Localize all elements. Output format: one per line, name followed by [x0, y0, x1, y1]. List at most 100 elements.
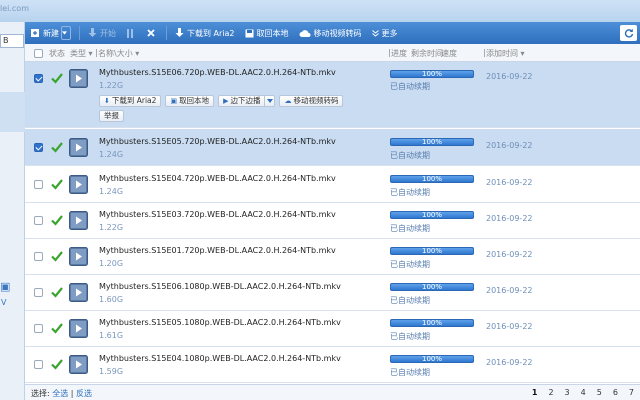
page-link[interactable]: 1 — [532, 388, 538, 397]
table-row[interactable]: Mythbusters.S15E01.720p.WEB-DL.AAC2.0.H.… — [25, 239, 640, 275]
fetch-local-button[interactable]: 取回本地 — [240, 22, 294, 44]
file-name[interactable]: Mythbusters.S15E01.720p.WEB-DL.AAC2.0.H.… — [99, 246, 336, 255]
added-date: 2016-09-22 — [486, 250, 533, 259]
stream-play-dropdown[interactable] — [265, 95, 276, 107]
table-row[interactable]: Mythbusters.S15E05.720p.WEB-DL.AAC2.0.H.… — [25, 129, 640, 166]
row-checkbox[interactable] — [34, 360, 43, 369]
page-link[interactable]: 3 — [565, 388, 570, 397]
row-checkbox[interactable] — [34, 74, 43, 83]
renew-status: 已自动续期 — [390, 332, 430, 341]
table-row[interactable]: Mythbusters.S15E06.1080p.WEB-DL.AAC2.0.H… — [25, 275, 640, 311]
file-name[interactable]: Mythbusters.S15E06.1080p.WEB-DL.AAC2.0.H… — [99, 282, 341, 291]
save-disk-icon: ▣ — [170, 97, 178, 105]
file-name[interactable]: Mythbusters.S15E03.720p.WEB-DL.AAC2.0.H.… — [99, 210, 336, 219]
file-name[interactable]: Mythbusters.S15E06.720p.WEB-DL.AAC2.0.H.… — [99, 68, 336, 77]
file-size: 1.24G — [99, 187, 124, 196]
file-size: 1.20G — [99, 259, 124, 268]
pause-button[interactable] — [121, 22, 142, 44]
task-list: Mythbusters.S15E06.720p.WEB-DL.AAC2.0.H.… — [25, 62, 640, 384]
renew-status: 已自动续期 — [390, 296, 430, 305]
cloud-icon — [299, 29, 311, 37]
progress-bar: 100% — [390, 70, 474, 78]
mobile-transcode-button[interactable]: 移动视频转码 — [294, 22, 367, 44]
header-remaining[interactable]: 剩余时间 — [411, 48, 443, 59]
device-icon[interactable]: ▣ — [0, 280, 10, 293]
more-label: 更多 — [381, 28, 398, 38]
download-arrow-icon — [88, 28, 97, 37]
table-row[interactable]: Mythbusters.S15E04.720p.WEB-DL.AAC2.0.H.… — [25, 167, 640, 203]
page-link[interactable]: 4 — [581, 388, 586, 397]
check-status-icon — [51, 142, 63, 153]
file-size: 1.60G — [99, 295, 124, 304]
download-arrow-icon: ⬇ — [104, 97, 110, 105]
row-checkbox[interactable] — [34, 143, 43, 152]
list-footer: 选择: 全选 | 反选 1 2 3 4 5 6 7 — [25, 384, 640, 400]
row-checkbox[interactable] — [34, 324, 43, 333]
page-link[interactable]: 2 — [548, 388, 553, 397]
renew-status: 已自动续期 — [390, 82, 430, 91]
download-aria2-button[interactable]: 下载到 Aria2 — [170, 22, 240, 44]
file-name[interactable]: Mythbusters.S15E04.1080p.WEB-DL.AAC2.0.H… — [99, 354, 341, 363]
video-file-icon — [69, 283, 88, 302]
header-added-time-label: 添加时间 — [486, 49, 518, 58]
row-checkbox[interactable] — [34, 216, 43, 225]
header-name-size[interactable]: 名称\大小 ▾ — [98, 48, 139, 59]
table-row[interactable]: Mythbusters.S15E04.1080p.WEB-DL.AAC2.0.H… — [25, 347, 640, 383]
download-aria2-label: 下载到 Aria2 — [187, 28, 235, 38]
renew-status: 已自动续期 — [390, 368, 430, 377]
added-date: 2016-09-22 — [486, 358, 533, 367]
row-fetch-local-button[interactable]: ▣ 取回本地 — [165, 95, 215, 107]
invert-selection-link[interactable]: 反选 — [76, 389, 92, 398]
progress-text: 100% — [421, 247, 442, 255]
row-checkbox[interactable] — [34, 288, 43, 297]
progress-bar: 100% — [390, 211, 474, 219]
video-file-icon — [69, 175, 88, 194]
progress-text: 100% — [421, 70, 442, 78]
progress-text: 100% — [421, 211, 442, 219]
start-button[interactable]: 开始 — [83, 22, 121, 44]
sidebar-input[interactable]: B — [0, 34, 24, 48]
table-row[interactable]: Mythbusters.S15E06.720p.WEB-DL.AAC2.0.H.… — [25, 62, 640, 128]
select-all-link[interactable]: 全选 — [52, 389, 68, 398]
file-size: 1.22G — [99, 223, 124, 232]
check-status-icon — [51, 359, 63, 370]
page-link[interactable]: 5 — [597, 388, 602, 397]
stream-play-button[interactable]: ▶ 边下边播 — [218, 95, 266, 107]
row-checkbox[interactable] — [34, 252, 43, 261]
pagination: 1 2 3 4 5 6 7 — [532, 388, 634, 397]
row-action-bar: ⬇ 下载到 Aria2 ▣ 取回本地 ▶ 边下边播 ☁ 移动视频转码 — [99, 95, 344, 107]
video-file-icon — [69, 138, 88, 157]
site-logo-text: lei.com — [0, 4, 29, 13]
start-label: 开始 — [100, 28, 116, 38]
select-divider: | — [70, 389, 74, 398]
video-file-icon — [69, 247, 88, 266]
refresh-button[interactable] — [620, 25, 637, 41]
new-doc-icon — [31, 29, 39, 37]
new-task-dropdown[interactable] — [61, 26, 71, 40]
new-task-button[interactable]: 新建 — [25, 22, 76, 44]
progress-bar: 100% — [390, 175, 474, 183]
row-download-aria2-button[interactable]: ⬇ 下载到 Aria2 — [99, 95, 162, 107]
row-checkbox[interactable] — [34, 180, 43, 189]
header-speed[interactable]: 速度 — [441, 48, 457, 59]
report-button[interactable]: 举报 — [99, 110, 124, 122]
file-name[interactable]: Mythbusters.S15E04.720p.WEB-DL.AAC2.0.H.… — [99, 174, 336, 183]
added-date: 2016-09-22 — [486, 214, 533, 223]
table-row[interactable]: Mythbusters.S15E05.1080p.WEB-DL.AAC2.0.H… — [25, 311, 640, 347]
table-row[interactable]: Mythbusters.S15E03.720p.WEB-DL.AAC2.0.H.… — [25, 203, 640, 239]
file-name[interactable]: Mythbusters.S15E05.720p.WEB-DL.AAC2.0.H.… — [99, 137, 336, 146]
header-status[interactable]: 状态 — [49, 48, 65, 59]
row-transcode-button[interactable]: ☁ 移动视频转码 — [279, 95, 344, 107]
sidebar-selected-item[interactable] — [0, 92, 25, 132]
page-link[interactable]: 7 — [629, 388, 634, 397]
page-link[interactable]: 6 — [613, 388, 618, 397]
select-all-checkbox[interactable] — [34, 49, 43, 58]
more-button[interactable]: 更多 — [367, 22, 403, 44]
header-type[interactable]: 类型 ▾ — [70, 48, 93, 59]
file-name[interactable]: Mythbusters.S15E05.1080p.WEB-DL.AAC2.0.H… — [99, 318, 341, 327]
renew-status: 已自动续期 — [390, 260, 430, 269]
header-added-time[interactable]: 添加时间 ▾ — [486, 48, 525, 59]
select-label: 选择: — [31, 389, 50, 398]
header-progress[interactable]: 进度 — [391, 48, 407, 59]
delete-button[interactable] — [142, 22, 163, 44]
